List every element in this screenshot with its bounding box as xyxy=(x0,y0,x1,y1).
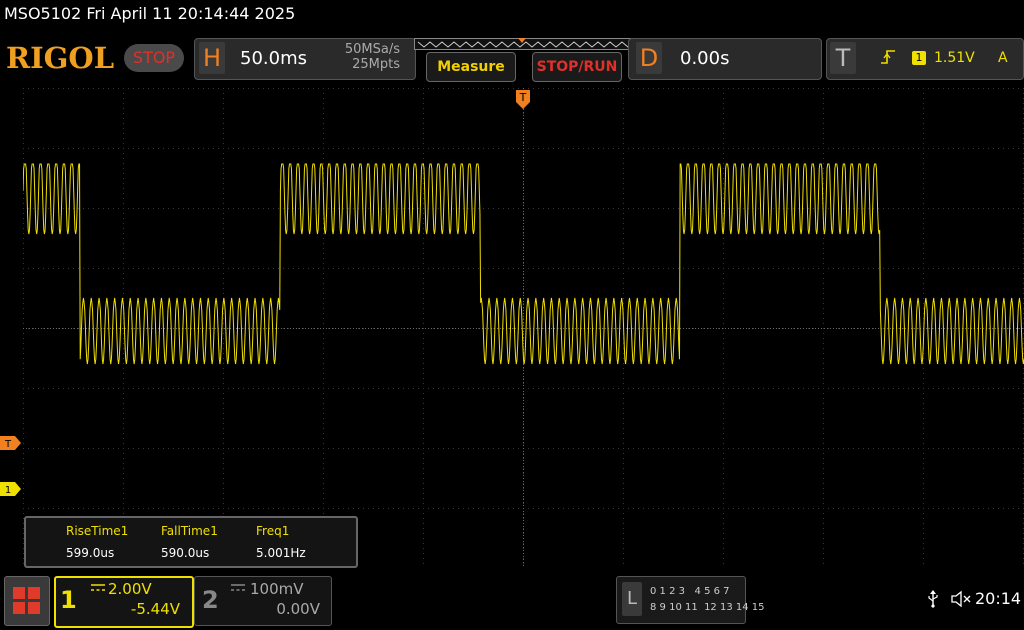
dc-coupling-icon xyxy=(231,584,245,591)
measurement-name: Freq1 xyxy=(256,524,290,538)
trigger-level-label: T xyxy=(4,439,12,450)
waveform-display[interactable] xyxy=(23,88,1024,568)
graticule xyxy=(23,88,1024,568)
trigger-source-badge: 1 xyxy=(912,51,926,65)
main-menu-button[interactable] xyxy=(4,576,50,626)
measurement-value: 590.0us xyxy=(161,546,210,560)
channel1-offset: -5.44V xyxy=(130,600,180,618)
rigol-logo: RIGOL xyxy=(6,41,115,75)
channel1-number: 1 xyxy=(60,586,77,614)
waveform-navigator[interactable] xyxy=(414,38,636,50)
memory-depth: 25Mpts xyxy=(352,57,400,72)
measurement-name: FallTime1 xyxy=(161,524,218,538)
run-state-badge[interactable]: STOP xyxy=(124,44,184,72)
speaker-muted-icon[interactable] xyxy=(950,590,972,608)
channel2-number: 2 xyxy=(202,586,219,614)
status-title: MSO5102 Fri April 11 20:14:44 2025 xyxy=(4,4,296,23)
trigger-label: T xyxy=(830,42,856,74)
measurement-name: RiseTime1 xyxy=(66,524,129,538)
trigger-position-label: T xyxy=(519,91,527,104)
channel1-offset-marker[interactable]: 1 xyxy=(0,482,22,496)
stop-run-button[interactable]: STOP/RUN xyxy=(532,52,622,82)
dc-coupling-icon xyxy=(91,584,105,591)
trigger-level-marker[interactable]: T xyxy=(0,436,22,450)
trigger-position-marker[interactable]: T xyxy=(515,88,531,110)
usb-icon xyxy=(928,590,938,608)
rising-edge-icon xyxy=(881,50,895,64)
grid-menu-icon xyxy=(13,587,40,614)
horizontal-scale: 50.0ms xyxy=(240,48,307,69)
logic-channels-row2: 8 9 10 11 12 13 14 15 xyxy=(650,602,765,613)
sample-rate: 50MSa/s xyxy=(344,42,400,57)
channel1-scale: 2.00V xyxy=(108,580,152,598)
clock: 20:14 xyxy=(975,589,1022,608)
trigger-mode: A xyxy=(998,50,1008,66)
measurement-value: 599.0us xyxy=(66,546,115,560)
measurement-value: 5.001Hz xyxy=(256,546,306,560)
horizontal-label: H xyxy=(199,42,225,74)
delay-label: D xyxy=(636,42,662,74)
delay-value: 0.00s xyxy=(680,48,730,69)
channel2-scale: 100mV xyxy=(250,580,304,598)
trigger-level: 1.51V xyxy=(934,50,975,66)
logic-channels-row1: 0 1 2 3 4 5 6 7 xyxy=(650,586,730,597)
measure-button[interactable]: Measure xyxy=(426,52,516,82)
channel1-marker-label: 1 xyxy=(5,485,11,496)
logic-analyzer-label: L xyxy=(622,582,642,616)
channel2-offset: 0.00V xyxy=(276,600,320,618)
